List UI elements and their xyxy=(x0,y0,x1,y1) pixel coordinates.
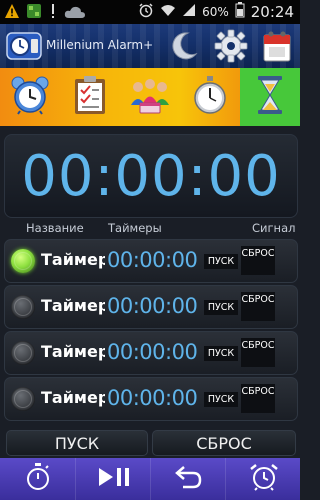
timer-reset-button[interactable]: СБРОС xyxy=(241,384,275,413)
column-name: Название xyxy=(26,221,84,235)
timer-name: Таймер 3 xyxy=(41,342,105,361)
app-title: Millenium Alarm+ xyxy=(46,38,154,52)
timer-reset-button[interactable]: СБРОС xyxy=(241,292,275,321)
signal-icon xyxy=(182,3,196,20)
stopwatch-icon xyxy=(192,75,228,119)
main-timer-display: 00:00:00 xyxy=(4,134,298,218)
stopwatch-icon xyxy=(25,463,51,495)
app-header: Millenium Alarm+ xyxy=(0,24,300,68)
exclamation-icon xyxy=(48,3,58,23)
status-bar: 60% 20:24 xyxy=(0,0,300,24)
alarm-clock-icon xyxy=(249,463,279,495)
night-mode-icon[interactable] xyxy=(168,30,200,66)
app-notification-icon xyxy=(26,3,42,23)
cloud-icon xyxy=(64,4,86,23)
timer-start-button[interactable]: ПУСК xyxy=(204,254,238,269)
tab-timer[interactable] xyxy=(240,68,300,126)
timer-select-radio[interactable] xyxy=(11,387,35,411)
battery-icon xyxy=(235,2,245,21)
tab-birthdays[interactable] xyxy=(120,68,180,126)
bottom-alarm-button[interactable] xyxy=(225,458,301,500)
timer-name: Таймер 4 xyxy=(41,388,105,407)
timer-reset-button[interactable]: СБРОС xyxy=(241,246,275,275)
column-signal: Сигнал xyxy=(252,221,296,235)
battery-percent: 60% xyxy=(202,4,229,19)
start-all-button[interactable]: ПУСК xyxy=(6,430,148,456)
timer-time[interactable]: 00:00:00 xyxy=(107,340,198,364)
status-clock: 20:24 xyxy=(250,2,294,21)
wifi-icon xyxy=(160,3,176,20)
timer-name: Таймер 2 xyxy=(41,296,105,315)
main-time: 00:00:00 xyxy=(21,143,281,209)
play-pause-icon xyxy=(97,466,131,492)
timer-row: Таймер 1 00:00:00 ПУСК СБРОС xyxy=(4,239,298,283)
timer-start-button[interactable]: ПУСК xyxy=(204,300,238,315)
hourglass-icon xyxy=(256,75,284,119)
timer-row: Таймер 3 00:00:00 ПУСК СБРОС xyxy=(4,331,298,375)
column-timers: Таймеры xyxy=(108,221,162,235)
tab-alarm[interactable] xyxy=(0,68,60,126)
bottom-play-pause-button[interactable] xyxy=(75,458,151,500)
timer-row: Таймер 2 00:00:00 ПУСК СБРОС xyxy=(4,285,298,329)
timer-select-radio[interactable] xyxy=(11,295,35,319)
calendar-icon[interactable] xyxy=(260,29,294,67)
tab-tasks[interactable] xyxy=(60,68,120,126)
bottom-bar xyxy=(0,458,300,500)
timer-time[interactable]: 00:00:00 xyxy=(107,248,198,272)
bottom-stopwatch-button[interactable] xyxy=(0,458,75,500)
alarm-status-icon xyxy=(138,2,154,21)
timer-reset-button[interactable]: СБРОС xyxy=(241,338,275,367)
alarm-clock-icon xyxy=(10,75,50,119)
warning-icon xyxy=(4,3,20,23)
reset-all-button[interactable]: СБРОС xyxy=(152,430,296,456)
app-logo-icon xyxy=(6,30,42,66)
timer-start-button[interactable]: ПУСК xyxy=(204,346,238,361)
column-headers: Название Таймеры Сигнал xyxy=(4,220,296,236)
timer-time[interactable]: 00:00:00 xyxy=(107,386,198,410)
bottom-back-button[interactable] xyxy=(150,458,226,500)
birthday-people-icon xyxy=(128,75,172,119)
timer-time[interactable]: 00:00:00 xyxy=(107,294,198,318)
timer-row: Таймер 4 00:00:00 ПУСК СБРОС xyxy=(4,377,298,421)
clipboard-checklist-icon xyxy=(72,75,108,119)
settings-gear-icon[interactable] xyxy=(214,29,248,67)
timer-name: Таймер 1 xyxy=(41,250,105,269)
tab-stopwatch[interactable] xyxy=(180,68,240,126)
timer-select-radio[interactable] xyxy=(11,341,35,365)
timer-select-radio[interactable] xyxy=(11,249,35,273)
back-arrow-icon xyxy=(174,464,203,494)
timer-start-button[interactable]: ПУСК xyxy=(204,392,238,407)
tab-bar xyxy=(0,68,300,126)
